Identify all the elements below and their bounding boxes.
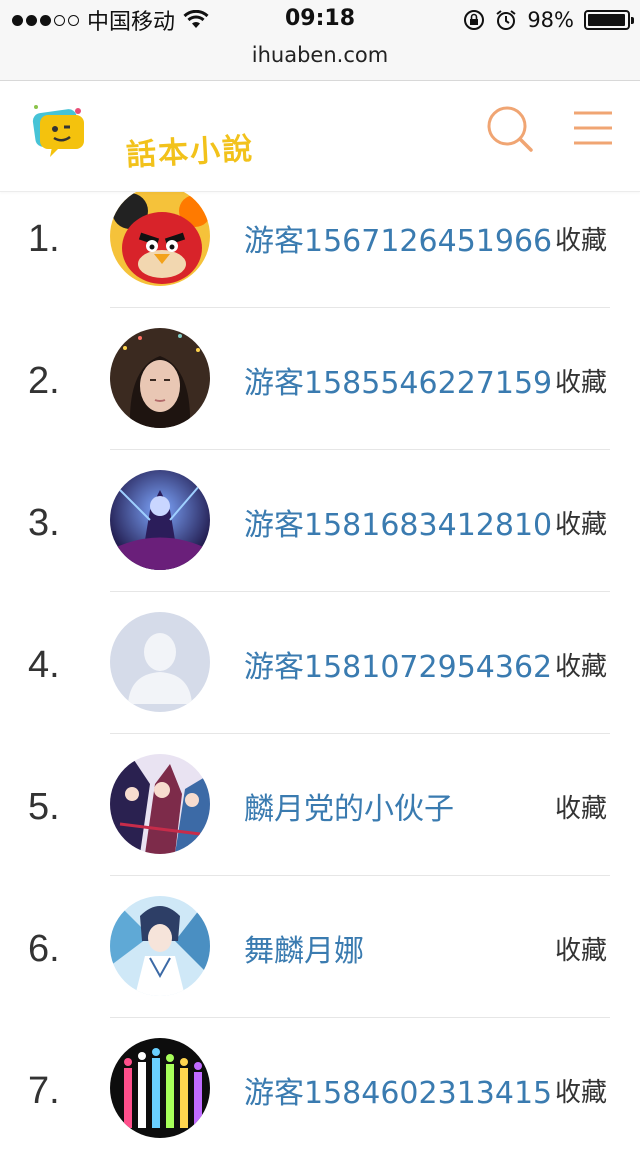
rank-number: 3. <box>28 502 60 544</box>
search-icon <box>487 106 533 152</box>
menu-button[interactable] <box>570 105 616 151</box>
list-item[interactable]: 3. 游客1581683412810 收藏 <box>0 450 640 592</box>
battery-percent: 98% <box>527 8 574 32</box>
username-link[interactable]: 麟月党的小伙子 <box>244 784 454 828</box>
favorite-button[interactable]: 收藏 <box>555 788 607 825</box>
favorite-button[interactable]: 收藏 <box>555 1072 607 1109</box>
rank-number: 4. <box>28 644 60 686</box>
avatar[interactable] <box>110 896 210 996</box>
default-avatar[interactable] <box>110 612 210 712</box>
status-right: 98% <box>463 6 634 34</box>
rank-number: 1. <box>28 218 60 260</box>
username-link[interactable]: 游客1584602313415 <box>244 1068 552 1112</box>
avatar[interactable] <box>110 470 210 570</box>
favorite-button[interactable]: 收藏 <box>555 220 607 257</box>
list-item[interactable]: 6. 舞麟月娜 收藏 <box>0 876 640 1018</box>
username-link[interactable]: 游客1567126451966 <box>244 216 552 260</box>
avatar[interactable] <box>110 328 210 428</box>
list-item[interactable]: 7. 游客1584602313415 收藏 <box>0 1018 640 1160</box>
menu-icon <box>574 111 612 145</box>
favorite-button[interactable]: 收藏 <box>555 930 607 967</box>
list-item[interactable]: 2. 游客1585546227159 收藏 <box>0 308 640 450</box>
battery-icon <box>584 10 634 30</box>
rank-number: 6. <box>28 928 60 970</box>
username-link[interactable]: 游客1585546227159 <box>244 358 552 402</box>
username-link[interactable]: 舞麟月娜 <box>244 926 364 970</box>
status-bar: 中国移动 09:18 98% <box>0 0 640 40</box>
speech-bubble-logo-icon <box>32 105 84 157</box>
username-link[interactable]: 游客1581072954362 <box>244 642 552 686</box>
rank-number: 5. <box>28 786 60 828</box>
rank-number: 2. <box>28 360 60 402</box>
favorite-button[interactable]: 收藏 <box>555 646 607 683</box>
avatar[interactable] <box>110 754 210 854</box>
avatar[interactable] <box>110 186 210 286</box>
list-item[interactable]: 4. 游客1581072954362 收藏 <box>0 592 640 734</box>
rank-number: 7. <box>28 1070 60 1112</box>
site-logo[interactable]: 話本小說 <box>26 97 256 173</box>
orientation-lock-icon <box>464 10 485 30</box>
favorite-button[interactable]: 收藏 <box>555 362 607 399</box>
username-link[interactable]: 游客1581683412810 <box>244 500 552 544</box>
url-text[interactable]: ihuaben.com <box>0 40 640 70</box>
search-button[interactable] <box>484 103 536 155</box>
site-header: 話本小說 <box>0 81 640 192</box>
address-bar[interactable]: ihuaben.com <box>0 40 640 81</box>
logo-text: 話本小說 <box>125 131 256 174</box>
avatar[interactable] <box>110 1038 210 1138</box>
list-item[interactable]: 5. 麟月党的小伙子 收藏 <box>0 734 640 876</box>
favorite-button[interactable]: 收藏 <box>555 504 607 541</box>
alarm-icon <box>496 10 516 30</box>
